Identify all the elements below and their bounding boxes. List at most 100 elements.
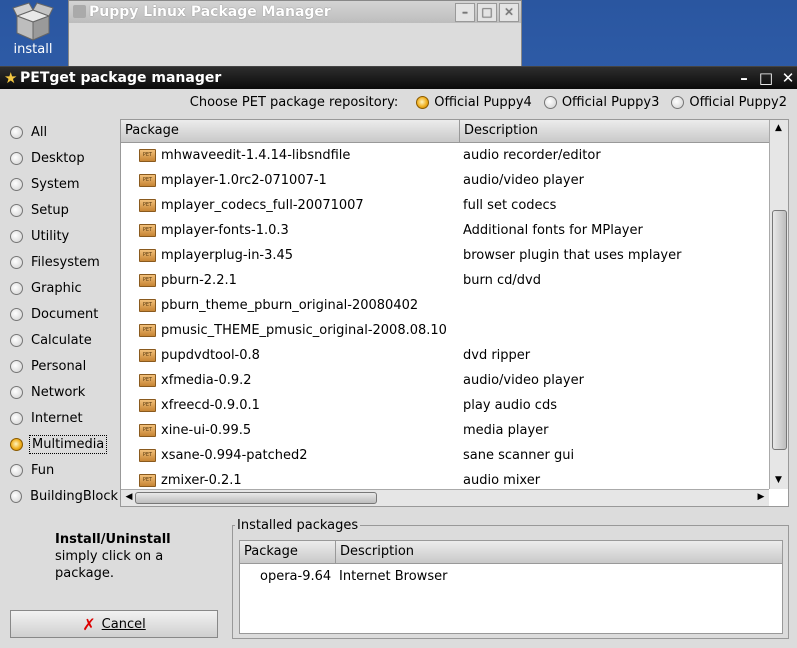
scroll-thumb[interactable] xyxy=(772,210,787,450)
radio-icon[interactable] xyxy=(10,203,23,217)
category-calculate[interactable]: Calculate xyxy=(10,327,120,353)
table-row[interactable]: PET mhwaveedit-1.4.14-libsndfile audio rec… xyxy=(121,143,769,168)
star-icon: ★ xyxy=(4,69,18,87)
category-document[interactable]: Document xyxy=(10,301,120,327)
package-rows: PET mhwaveedit-1.4.14-libsndfile audio rec… xyxy=(121,143,769,489)
pet-package-icon: PET xyxy=(139,449,156,462)
package-description: browser plugin that uses mplayer xyxy=(463,248,682,263)
column-header-description[interactable]: Description xyxy=(336,541,782,563)
category-label: All xyxy=(31,124,48,140)
category-utility[interactable]: Utility xyxy=(10,223,120,249)
radio-icon[interactable] xyxy=(10,281,23,295)
package-description: audio recorder/editor xyxy=(463,148,601,163)
background-window-titlebar[interactable]: Puppy Linux Package Manager – □ ✕ xyxy=(69,1,521,23)
pet-package-icon: PET xyxy=(139,474,156,487)
category-all[interactable]: All xyxy=(10,119,120,145)
window-titlebar[interactable]: ★ PETget package manager – □ ✕ xyxy=(0,67,797,89)
radio-icon[interactable] xyxy=(10,411,23,425)
table-row[interactable]: PET xfmedia-0.9.2 audio/video player xyxy=(121,368,769,393)
install-desktop-icon[interactable]: install xyxy=(4,2,62,57)
table-row[interactable]: PET mplayerplug-in-3.45 browser plugin tha… xyxy=(121,243,769,268)
repo-option-puppy4[interactable]: Official Puppy4 xyxy=(416,95,532,110)
category-multimedia[interactable]: Multimedia xyxy=(10,431,120,457)
maximize-icon[interactable]: □ xyxy=(477,3,497,22)
radio-icon[interactable] xyxy=(10,255,23,269)
scroll-up-icon[interactable]: ▲ xyxy=(772,122,785,135)
pet-package-icon: PET xyxy=(139,199,156,212)
minimize-icon[interactable]: – xyxy=(455,3,475,22)
table-row[interactable]: PET xine-ui-0.99.5 media player xyxy=(121,418,769,443)
vertical-scrollbar[interactable]: ▲ ▼ xyxy=(769,120,788,489)
pet-package-icon: PET xyxy=(139,349,156,362)
category-internet[interactable]: Internet xyxy=(10,405,120,431)
table-row[interactable]: PET pmusic_THEME_pmusic_original-2008.08.… xyxy=(121,318,769,343)
radio-icon[interactable] xyxy=(10,437,23,451)
radio-icon[interactable] xyxy=(10,333,23,347)
table-row[interactable]: PET xsane-0.994-patched2 sane scanner gui xyxy=(121,443,769,468)
background-window[interactable]: Puppy Linux Package Manager – □ ✕ xyxy=(68,0,522,72)
radio-icon[interactable] xyxy=(10,307,23,321)
pet-package-icon: PET xyxy=(139,149,156,162)
radio-icon[interactable] xyxy=(10,489,23,503)
radio-icon[interactable] xyxy=(10,229,23,243)
table-row[interactable]: PET zmixer-0.2.1 audio mixer xyxy=(121,468,769,489)
table-row[interactable]: PET pburn-2.2.1 burn cd/dvd xyxy=(121,268,769,293)
package-name: xfmedia-0.9.2 xyxy=(161,373,252,388)
category-graphic[interactable]: Graphic xyxy=(10,275,120,301)
cancel-button[interactable]: ✗ Cancel xyxy=(10,610,218,638)
category-network[interactable]: Network xyxy=(10,379,120,405)
horizontal-scrollbar[interactable]: ◀ ▶ xyxy=(121,489,769,506)
close-icon[interactable]: ✕ xyxy=(499,3,519,22)
category-buildingblock[interactable]: BuildingBlock xyxy=(10,483,120,509)
table-row[interactable]: PET pburn_theme_pburn_original-20080402 xyxy=(121,293,769,318)
column-header-description[interactable]: Description xyxy=(460,120,768,142)
radio-icon[interactable] xyxy=(671,96,685,109)
radio-icon[interactable] xyxy=(416,96,430,109)
table-row[interactable]: PET mplayer_codecs_full-20071007 full set … xyxy=(121,193,769,218)
package-name: mplayer-fonts-1.0.3 xyxy=(161,223,289,238)
scroll-right-icon[interactable]: ▶ xyxy=(755,491,767,504)
package-description: Additional fonts for MPlayer xyxy=(463,223,643,238)
package-description: dvd ripper xyxy=(463,348,531,363)
radio-icon[interactable] xyxy=(10,151,23,165)
scroll-left-icon[interactable]: ◀ xyxy=(123,491,135,504)
close-button[interactable]: ✕ xyxy=(779,69,797,87)
category-setup[interactable]: Setup xyxy=(10,197,120,223)
category-personal[interactable]: Personal xyxy=(10,353,120,379)
scroll-thumb[interactable] xyxy=(135,492,377,504)
radio-icon[interactable] xyxy=(10,463,23,477)
repo-option-puppy3[interactable]: Official Puppy3 xyxy=(543,95,659,110)
radio-icon[interactable] xyxy=(10,125,23,139)
category-system[interactable]: System xyxy=(10,171,120,197)
column-header-package[interactable]: Package xyxy=(240,541,336,563)
radio-icon[interactable] xyxy=(10,359,23,373)
package-description: full set codecs xyxy=(463,198,557,213)
category-label: Calculate xyxy=(31,332,92,348)
radio-icon[interactable] xyxy=(543,96,557,109)
table-row[interactable]: PET mplayer-1.0rc2-071007-1 audio/video pl… xyxy=(121,168,769,193)
category-filesystem[interactable]: Filesystem xyxy=(10,249,120,275)
table-row[interactable]: PET pupdvdtool-0.8 dvd ripper xyxy=(121,343,769,368)
help-title: Install/Uninstall xyxy=(55,532,171,547)
table-row[interactable]: opera-9.64 Internet Browser xyxy=(240,564,782,588)
radio-icon[interactable] xyxy=(10,177,23,191)
petget-window: ★ PETget package manager – □ ✕ Choose PE… xyxy=(0,66,797,648)
minimize-button[interactable]: – xyxy=(735,69,753,87)
pet-package-icon: PET xyxy=(139,424,156,437)
window-title: PETget package manager xyxy=(20,70,222,86)
scroll-down-icon[interactable]: ▼ xyxy=(772,474,785,487)
column-header-package[interactable]: Package xyxy=(121,120,460,142)
package-name: mhwaveedit-1.4.14-libsndfile xyxy=(161,148,351,163)
maximize-button[interactable]: □ xyxy=(757,69,775,87)
table-row[interactable]: PET xfreecd-0.9.0.1 play audio cds xyxy=(121,393,769,418)
pet-package-icon: PET xyxy=(139,374,156,387)
background-window-title: Puppy Linux Package Manager xyxy=(89,4,331,20)
cancel-label: Cancel xyxy=(101,616,146,632)
category-fun[interactable]: Fun xyxy=(10,457,120,483)
repo-option-puppy2[interactable]: Official Puppy2 xyxy=(671,95,787,110)
box-icon xyxy=(12,2,54,41)
category-desktop[interactable]: Desktop xyxy=(10,145,120,171)
table-row[interactable]: PET mplayer-fonts-1.0.3 Additional fonts f… xyxy=(121,218,769,243)
radio-icon[interactable] xyxy=(10,385,23,399)
package-description: Internet Browser xyxy=(339,568,448,584)
